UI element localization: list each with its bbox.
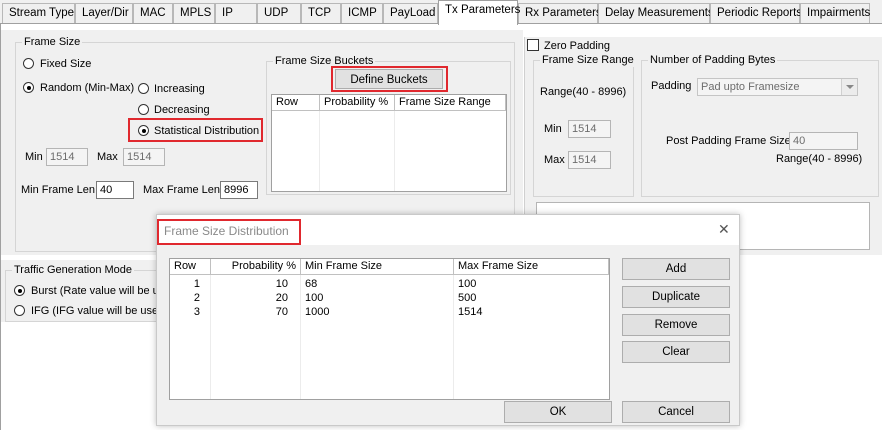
close-icon[interactable]: ✕ bbox=[718, 222, 730, 236]
post-padding-label: Post Padding Frame Size bbox=[666, 135, 791, 147]
table-row[interactable]: 1 10 68 100 bbox=[170, 278, 609, 291]
random-min-max-radio[interactable] bbox=[23, 82, 34, 93]
max-frame-len-field[interactable]: 8996 bbox=[220, 181, 258, 199]
buckets-col-range[interactable]: Frame Size Range bbox=[395, 95, 506, 111]
buckets-col-probability[interactable]: Probability % bbox=[320, 95, 395, 111]
zero-padding-label: Zero Padding bbox=[544, 40, 611, 52]
max-frame-len-label: Max Frame Len bbox=[143, 184, 221, 196]
cancel-button[interactable]: Cancel bbox=[622, 401, 730, 423]
tab-periodic-reports[interactable]: Periodic Reports bbox=[710, 3, 802, 23]
tab-tx-parameters[interactable]: Tx Parameters bbox=[438, 0, 520, 25]
row-min: 68 bbox=[305, 278, 318, 290]
min-label: Min bbox=[25, 151, 43, 163]
zp-max-label: Max bbox=[544, 154, 565, 166]
tab-bar: Stream Type Layer/Dir MAC MPLS IP UDP TC… bbox=[0, 0, 882, 25]
remove-button[interactable]: Remove bbox=[622, 314, 730, 336]
min-frame-len-label: Min Frame Len bbox=[21, 184, 95, 196]
dist-col-row[interactable]: Row bbox=[170, 259, 211, 275]
table-row[interactable]: 3 70 1000 1514 bbox=[170, 306, 609, 319]
clear-button[interactable]: Clear bbox=[622, 341, 730, 363]
row-min: 1000 bbox=[305, 306, 330, 318]
distribution-table[interactable]: Row Probability % Min Frame Size Max Fra… bbox=[169, 258, 610, 400]
buckets-table[interactable]: Row Probability % Frame Size Range bbox=[271, 94, 507, 192]
row-probability: 20 bbox=[275, 292, 288, 304]
statistical-distribution-highlight bbox=[128, 118, 263, 142]
min-field[interactable]: 1514 bbox=[46, 148, 88, 166]
max-label: Max bbox=[97, 151, 118, 163]
ok-button[interactable]: OK bbox=[504, 401, 612, 423]
row-max: 1514 bbox=[458, 306, 483, 318]
zp-min-field[interactable]: 1514 bbox=[568, 120, 611, 138]
dist-col-min[interactable]: Min Frame Size bbox=[301, 259, 454, 275]
fixed-size-radio[interactable] bbox=[23, 58, 34, 69]
row-max: 100 bbox=[458, 278, 477, 290]
chevron-down-icon bbox=[841, 79, 857, 95]
zp-max-field[interactable]: 1514 bbox=[568, 151, 611, 169]
padding-label: Padding bbox=[651, 80, 692, 92]
post-range-text: Range(40 - 8996) bbox=[776, 153, 863, 165]
tab-rx-parameters[interactable]: Rx Parameters bbox=[518, 3, 602, 23]
tab-layer-dir[interactable]: Layer/Dir bbox=[75, 3, 133, 23]
fixed-size-label: Fixed Size bbox=[40, 58, 92, 70]
traffic-generation-title: Traffic Generation Mode bbox=[12, 263, 135, 277]
increasing-label: Increasing bbox=[154, 83, 205, 95]
padding-bytes-title: Number of Padding Bytes bbox=[648, 53, 778, 67]
buckets-col-divider bbox=[319, 111, 320, 191]
random-min-max-label: Random (Min-Max) bbox=[40, 82, 135, 94]
dialog-title-highlight bbox=[157, 219, 301, 245]
zp-min-label: Min bbox=[544, 123, 562, 135]
tab-impairments[interactable]: Impairments bbox=[800, 3, 870, 23]
max-field[interactable]: 1514 bbox=[123, 148, 165, 166]
ifg-label: IFG (IFG value will be used bbox=[31, 305, 157, 317]
min-frame-len-field[interactable]: 40 bbox=[96, 181, 134, 199]
increasing-radio[interactable] bbox=[138, 83, 149, 94]
padding-select[interactable]: Pad upto Framesize bbox=[697, 78, 858, 96]
row-probability: 10 bbox=[275, 278, 288, 290]
tab-icmp[interactable]: ICMP bbox=[341, 3, 383, 23]
decreasing-label: Decreasing bbox=[154, 104, 210, 116]
row-min: 100 bbox=[305, 292, 324, 304]
tab-udp[interactable]: UDP bbox=[257, 3, 301, 23]
tab-mac[interactable]: MAC bbox=[133, 3, 173, 23]
frame-size-range-title: Frame Size Range bbox=[540, 53, 636, 67]
burst-radio[interactable] bbox=[14, 285, 25, 296]
buckets-col-divider bbox=[394, 111, 395, 191]
ifg-radio[interactable] bbox=[14, 305, 25, 316]
tab-delay-measurements[interactable]: Delay Measurements bbox=[598, 3, 714, 23]
frame-size-distribution-dialog: Frame Size Distribution ✕ Row Probabilit… bbox=[156, 214, 740, 426]
post-padding-field[interactable]: 40 bbox=[789, 132, 858, 150]
burst-label: Burst (Rate value will be us bbox=[31, 285, 157, 297]
dist-col-max[interactable]: Max Frame Size bbox=[454, 259, 609, 275]
duplicate-button[interactable]: Duplicate bbox=[622, 286, 730, 308]
tab-stream-type[interactable]: Stream Type bbox=[2, 3, 75, 23]
buckets-col-row[interactable]: Row bbox=[272, 95, 320, 111]
tab-payload[interactable]: PayLoad bbox=[383, 3, 438, 23]
dist-col-probability[interactable]: Probability % bbox=[211, 259, 301, 275]
define-buckets-highlight bbox=[331, 66, 448, 92]
row-max: 500 bbox=[458, 292, 477, 304]
row-number: 3 bbox=[193, 306, 200, 318]
frame-size-title: Frame Size bbox=[22, 35, 83, 49]
row-probability: 70 bbox=[275, 306, 288, 318]
row-number: 2 bbox=[193, 292, 200, 304]
tab-mpls[interactable]: MPLS bbox=[173, 3, 215, 23]
zero-padding-checkbox[interactable] bbox=[527, 39, 539, 51]
add-button[interactable]: Add bbox=[622, 258, 730, 280]
padding-select-value: Pad upto Framesize bbox=[701, 81, 800, 93]
tab-tcp[interactable]: TCP bbox=[301, 3, 341, 23]
table-row[interactable]: 2 20 100 500 bbox=[170, 292, 609, 305]
row-number: 1 bbox=[193, 278, 200, 290]
tab-ip[interactable]: IP bbox=[215, 3, 257, 23]
range-text: Range(40 - 8996) bbox=[540, 86, 627, 98]
decreasing-radio[interactable] bbox=[138, 104, 149, 115]
